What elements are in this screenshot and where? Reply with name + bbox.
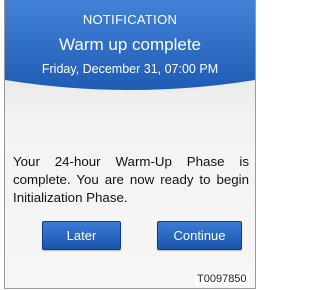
notification-date: Friday, December 31, 07:00 PM <box>41 62 219 76</box>
notification-dialog: NOTIFICATION Warm up complete Friday, De… <box>4 0 256 289</box>
notification-message: Your 24-hour Warm-Up Phase is complete. … <box>13 154 249 205</box>
notification-subject: Warm up complete <box>58 35 202 54</box>
later-button[interactable]: Later <box>42 221 121 250</box>
notification-header: NOTIFICATION <box>82 12 178 27</box>
figure-code: T0097850 <box>195 273 249 285</box>
notification-banner: NOTIFICATION Warm up complete Friday, De… <box>5 0 255 96</box>
continue-button[interactable]: Continue <box>157 221 242 250</box>
